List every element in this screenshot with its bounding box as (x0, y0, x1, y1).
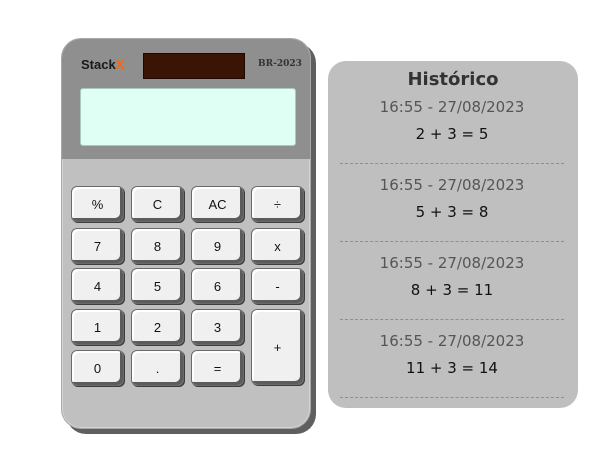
percent-key[interactable]: % (71, 186, 124, 222)
zero-key[interactable]: 0 (71, 350, 124, 386)
nine-key[interactable]: 9 (191, 228, 244, 264)
history-panel: Histórico 16:55 - 27/08/2023 2 + 3 = 5 1… (328, 61, 578, 408)
six-key[interactable]: 6 (191, 268, 244, 304)
history-entry-expression: 5 + 3 = 8 (415, 203, 489, 221)
history-entry-time: 16:55 - 27/08/2023 (379, 332, 525, 350)
history-entry-expression: 2 + 3 = 5 (415, 125, 489, 143)
calculator-display (80, 88, 296, 146)
plus-key[interactable]: + (251, 309, 304, 385)
history-entry: 16:55 - 27/08/2023 11 + 3 = 14 (340, 320, 564, 398)
equals-key[interactable]: = (191, 350, 244, 386)
brand-name: Stack (81, 57, 116, 72)
four-key[interactable]: 4 (71, 268, 124, 304)
divide-key[interactable]: ÷ (251, 186, 304, 222)
one-key[interactable]: 1 (71, 309, 124, 345)
history-entry-time: 16:55 - 27/08/2023 (379, 254, 525, 272)
minus-key[interactable]: - (251, 268, 304, 304)
brand-logo: StackX (81, 57, 124, 72)
two-key[interactable]: 2 (131, 309, 184, 345)
five-key[interactable]: 5 (131, 268, 184, 304)
solar-panel (143, 53, 245, 79)
seven-key[interactable]: 7 (71, 228, 124, 264)
history-entry-expression: 11 + 3 = 14 (406, 359, 498, 377)
all-clear-key[interactable]: AC (191, 186, 244, 222)
model-label: BR-2023 (258, 59, 302, 69)
history-entry: 16:55 - 27/08/2023 5 + 3 = 8 (340, 164, 564, 242)
decimal-key[interactable]: . (131, 350, 184, 386)
history-entry-expression: 8 + 3 = 11 (410, 281, 494, 299)
calculator: StackX BR-2023 % C AC ÷ 7 8 9 x 4 5 6 - … (61, 38, 311, 429)
calculator-top-panel: StackX BR-2023 (62, 39, 310, 159)
eight-key[interactable]: 8 (131, 228, 184, 264)
multiply-key[interactable]: x (251, 228, 304, 264)
history-entry-time: 16:55 - 27/08/2023 (379, 98, 525, 116)
history-entry-time: 16:55 - 27/08/2023 (379, 176, 525, 194)
clear-key[interactable]: C (131, 186, 184, 222)
history-entry: 16:55 - 27/08/2023 2 + 3 = 5 (340, 86, 564, 164)
history-entry: 16:55 - 27/08/2023 8 + 3 = 11 (340, 242, 564, 320)
three-key[interactable]: 3 (191, 309, 244, 345)
brand-accent: X (115, 57, 125, 72)
